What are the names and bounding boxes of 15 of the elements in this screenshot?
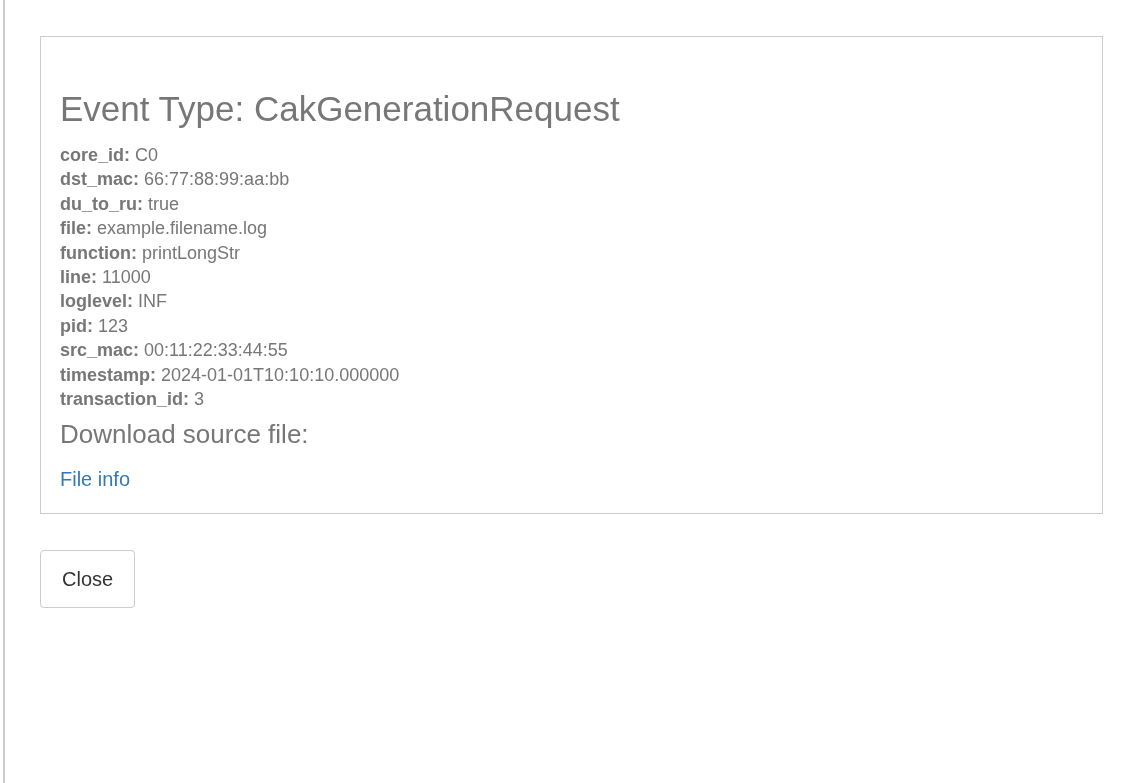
field-row-text: du_to_ru: true xyxy=(60,192,181,216)
download-heading: Download source file: xyxy=(60,419,310,450)
field-row-text: function: printLongStr xyxy=(60,241,242,265)
field-row-text: transaction_id: 3 xyxy=(60,388,206,412)
close-button[interactable]: Close xyxy=(40,550,136,609)
field-row-text: line: 11000 xyxy=(60,266,152,290)
field-row-text: dst_mac: 66:77:88:99:aa:bb xyxy=(60,168,291,192)
field-row-text: timestamp: 2024-01-01T10:10:10.000000 xyxy=(60,363,401,387)
field-row-text: core_id: C0 xyxy=(60,144,160,167)
field-row-text: loglevel: INF xyxy=(60,290,169,314)
field-row-text: src_mac: 00:11:22:33:44:55 xyxy=(60,339,289,363)
field-row-text: file: example.filename.log xyxy=(60,217,269,241)
file-info-link[interactable]: File info xyxy=(60,467,131,492)
event-type-heading: Event Type: CakGenerationRequest xyxy=(60,89,621,129)
field-row-text: pid: 123 xyxy=(60,314,130,338)
